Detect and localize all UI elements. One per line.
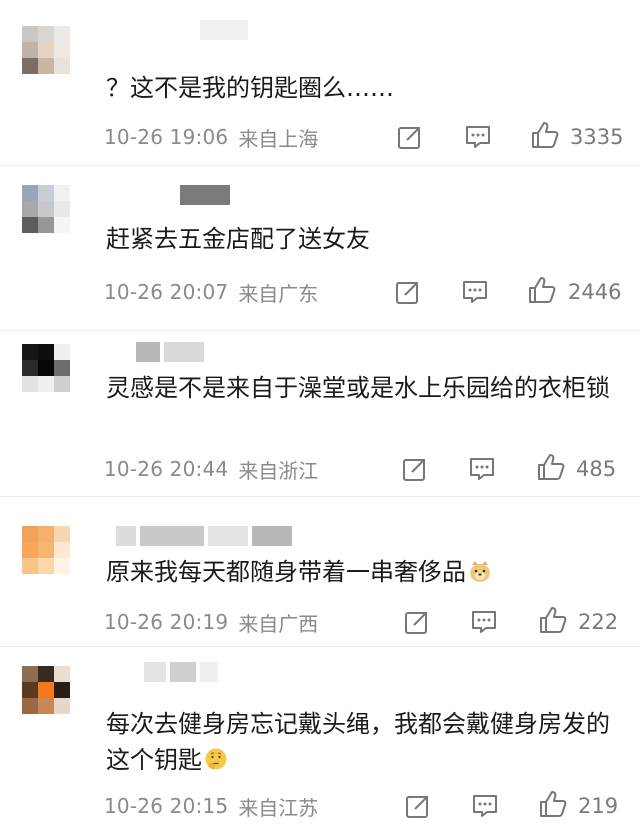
- comment-time: 10-26 20:07: [104, 280, 229, 304]
- comment-location: 来自广东: [238, 281, 319, 306]
- share-icon[interactable]: [403, 791, 433, 821]
- doge-emoji-icon: [468, 557, 492, 582]
- comment-text: ？这不是我的钥匙圈么……: [106, 74, 394, 102]
- comment-item: 每次去健身房忘记戴头绳，我都会戴健身房发的这个钥匙 10-26 20:15 来自…: [0, 646, 640, 832]
- thumbs-up-icon[interactable]: [538, 605, 568, 635]
- username-blurred[interactable]: [180, 185, 230, 205]
- comment-location: 来自浙江: [238, 458, 319, 483]
- like-count: 3335: [570, 125, 624, 149]
- thumbs-up-icon[interactable]: [538, 789, 568, 819]
- share-icon[interactable]: [402, 607, 432, 637]
- username-blurred[interactable]: [144, 662, 218, 682]
- avatar[interactable]: [22, 526, 70, 574]
- comment-time: 10-26 20:19: [104, 610, 229, 634]
- thumbs-up-icon[interactable]: [536, 452, 566, 482]
- username-blurred[interactable]: [136, 342, 204, 362]
- username-blurred[interactable]: [200, 20, 248, 40]
- share-icon[interactable]: [395, 122, 425, 152]
- comment-location: 来自上海: [238, 126, 319, 151]
- share-icon[interactable]: [393, 277, 423, 307]
- comment-item: 赶紧去五金店配了送女友 10-26 20:07 来自广东 2446: [0, 165, 640, 331]
- username-blurred[interactable]: [116, 526, 292, 546]
- comment-time: 10-26 19:06: [104, 125, 229, 149]
- avatar[interactable]: [22, 344, 70, 392]
- comment-location: 来自江苏: [238, 795, 319, 820]
- avatar[interactable]: [22, 666, 70, 714]
- comment-icon[interactable]: [460, 277, 490, 307]
- comment-text: 赶紧去五金店配了送女友: [106, 225, 370, 253]
- comment-item: 灵感是不是来自于澡堂或是水上乐园给的衣柜锁 10-26 20:44 来自浙江 4…: [0, 330, 640, 497]
- thumbs-up-icon[interactable]: [530, 120, 560, 150]
- comment-text: 每次去健身房忘记戴头绳，我都会戴健身房发的这个钥匙: [106, 710, 610, 774]
- like-count: 222: [578, 610, 619, 634]
- like-count: 2446: [568, 280, 622, 304]
- comment-item: 原来我每天都随身带着一串奢侈品 10-26 20:19 来自广西 222: [0, 496, 640, 647]
- comment-icon[interactable]: [463, 122, 493, 152]
- comment-text: 灵感是不是来自于澡堂或是水上乐园给的衣柜锁: [106, 374, 610, 402]
- comment-icon[interactable]: [467, 454, 497, 484]
- comment-item: ？这不是我的钥匙圈么…… 10-26 19:06 来自上海 3335: [0, 0, 640, 166]
- comment-text: 原来我每天都随身带着一串奢侈品: [106, 554, 626, 590]
- share-icon[interactable]: [400, 454, 430, 484]
- comment-location: 来自广西: [238, 611, 319, 636]
- like-count: 485: [576, 457, 617, 481]
- like-count: 219: [578, 794, 619, 818]
- thinking-emoji-icon: [204, 745, 228, 770]
- avatar[interactable]: [22, 26, 70, 74]
- comment-time: 10-26 20:15: [104, 794, 229, 818]
- thumbs-up-icon[interactable]: [527, 275, 557, 305]
- comment-icon[interactable]: [470, 791, 500, 821]
- comment-icon[interactable]: [469, 607, 499, 637]
- avatar[interactable]: [22, 185, 70, 233]
- comment-time: 10-26 20:44: [104, 457, 229, 481]
